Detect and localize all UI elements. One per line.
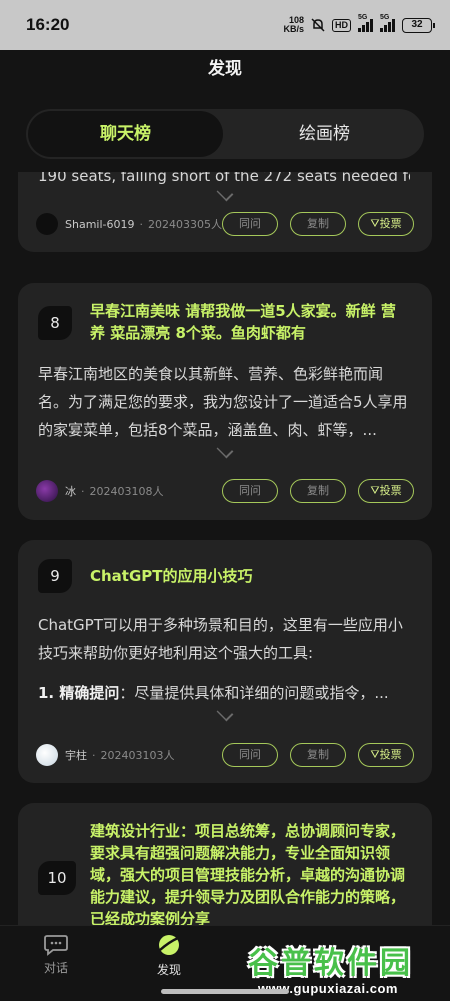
home-indicator[interactable] (161, 989, 289, 994)
chat-bubble-icon (44, 935, 68, 956)
post-date: 202403103人 (100, 749, 175, 762)
ranking-card[interactable]: 190 seats, falling short of the 272 seat… (18, 172, 432, 252)
username: 宇柱 (65, 749, 87, 762)
answer-preview: 早春江南地区的美食以其新鲜、营养、色彩鲜艳而闻名。为了满足您的要求，我为您设计了… (38, 365, 408, 439)
thumbs-up-icon: ⛛ (370, 484, 380, 497)
copy-button[interactable]: 复制 (290, 743, 346, 767)
vote-button[interactable]: ⛛投票 (358, 479, 414, 503)
avatar (36, 480, 58, 502)
post-date: 202403305人 (148, 218, 222, 231)
question-title: 建筑设计行业：项目总统筹，总协调顾问专家，要求具有超强问题解决能力，专业全面知识… (90, 822, 406, 925)
expand-chevron-icon[interactable] (216, 704, 234, 722)
same-question-button[interactable]: 同问 (222, 479, 278, 503)
planet-icon (159, 935, 179, 955)
card-meta: Shamil-6019 · 202403305人 同问 复制 ⛛投票 (36, 212, 414, 236)
hd-icon: HD (332, 18, 351, 32)
username: 冰 (65, 485, 76, 498)
card-meta: 冰 · 202403108人 同问 复制 ⛛投票 (36, 479, 414, 503)
answer-preview: ChatGPT可以用于多种场景和目的，这里有一些应用小技巧来帮助你更好地利用这个… (38, 616, 403, 662)
signal-icon: 5G (358, 14, 373, 32)
vote-button[interactable]: ⛛投票 (358, 743, 414, 767)
nav-discover[interactable]: 发现 (139, 932, 199, 978)
post-date: 202403108人 (89, 485, 164, 498)
rank-badge: 8 (38, 306, 72, 340)
vote-button[interactable]: ⛛投票 (358, 212, 414, 236)
copy-button[interactable]: 复制 (290, 479, 346, 503)
answer-list-item: 1. 精确提问：尽量提供具体和详细的问题或指令，... (38, 684, 389, 702)
mute-bell-icon (311, 18, 325, 32)
page-title: 发现 (208, 59, 242, 79)
leaderboard-tabs: 聊天榜 绘画榜 (26, 109, 424, 159)
battery-icon: 32 (402, 17, 435, 33)
thumbs-up-icon: ⛛ (370, 217, 380, 230)
tab-chat-ranking[interactable]: 聊天榜 (28, 111, 223, 157)
net-speed: 108 KB/s (283, 15, 304, 34)
ranking-card[interactable]: 8 早春江南美味 请帮我做一道5人家宴。新鲜 营养 菜品漂亮 8个菜。鱼肉虾都有… (18, 283, 432, 520)
thumbs-up-icon: ⛛ (370, 748, 380, 761)
rank-badge: 10 (38, 861, 76, 895)
username: Shamil-6019 (65, 217, 135, 231)
ranking-feed[interactable]: 190 seats, falling short of the 272 seat… (0, 172, 450, 925)
avatar (36, 744, 58, 766)
copy-button[interactable]: 复制 (290, 212, 346, 236)
same-question-button[interactable]: 同问 (222, 212, 278, 236)
ranking-card[interactable]: 10 建筑设计行业：项目总统筹，总协调顾问专家，要求具有超强问题解决能力，专业全… (18, 803, 432, 925)
status-time: 16:20 (26, 15, 70, 34)
nav-chat[interactable]: 对话 (26, 932, 86, 976)
avatar (36, 213, 58, 235)
signal-icon: 5G (380, 14, 395, 32)
question-title: 早春江南美味 请帮我做一道5人家宴。新鲜 营养 菜品漂亮 8个菜。鱼肉虾都有 (90, 302, 396, 342)
question-title: ChatGPT的应用小技巧 (90, 567, 253, 585)
status-icons: 108 KB/s HD 5G 5G 32 (283, 14, 435, 34)
rank-badge: 9 (38, 559, 72, 593)
tab-drawing-ranking[interactable]: 绘画榜 (227, 111, 422, 157)
watermark-title: 谷普软件园 (248, 946, 413, 981)
ranking-card[interactable]: 9 ChatGPT的应用小技巧 ChatGPT可以用于多种场景和目的，这里有一些… (18, 540, 432, 783)
status-bar: 16:20 108 KB/s HD 5G 5G 32 (0, 0, 450, 50)
expand-chevron-icon[interactable] (216, 441, 234, 459)
same-question-button[interactable]: 同问 (222, 743, 278, 767)
card-meta: 宇柱 · 202403103人 同问 复制 ⛛投票 (36, 743, 414, 767)
